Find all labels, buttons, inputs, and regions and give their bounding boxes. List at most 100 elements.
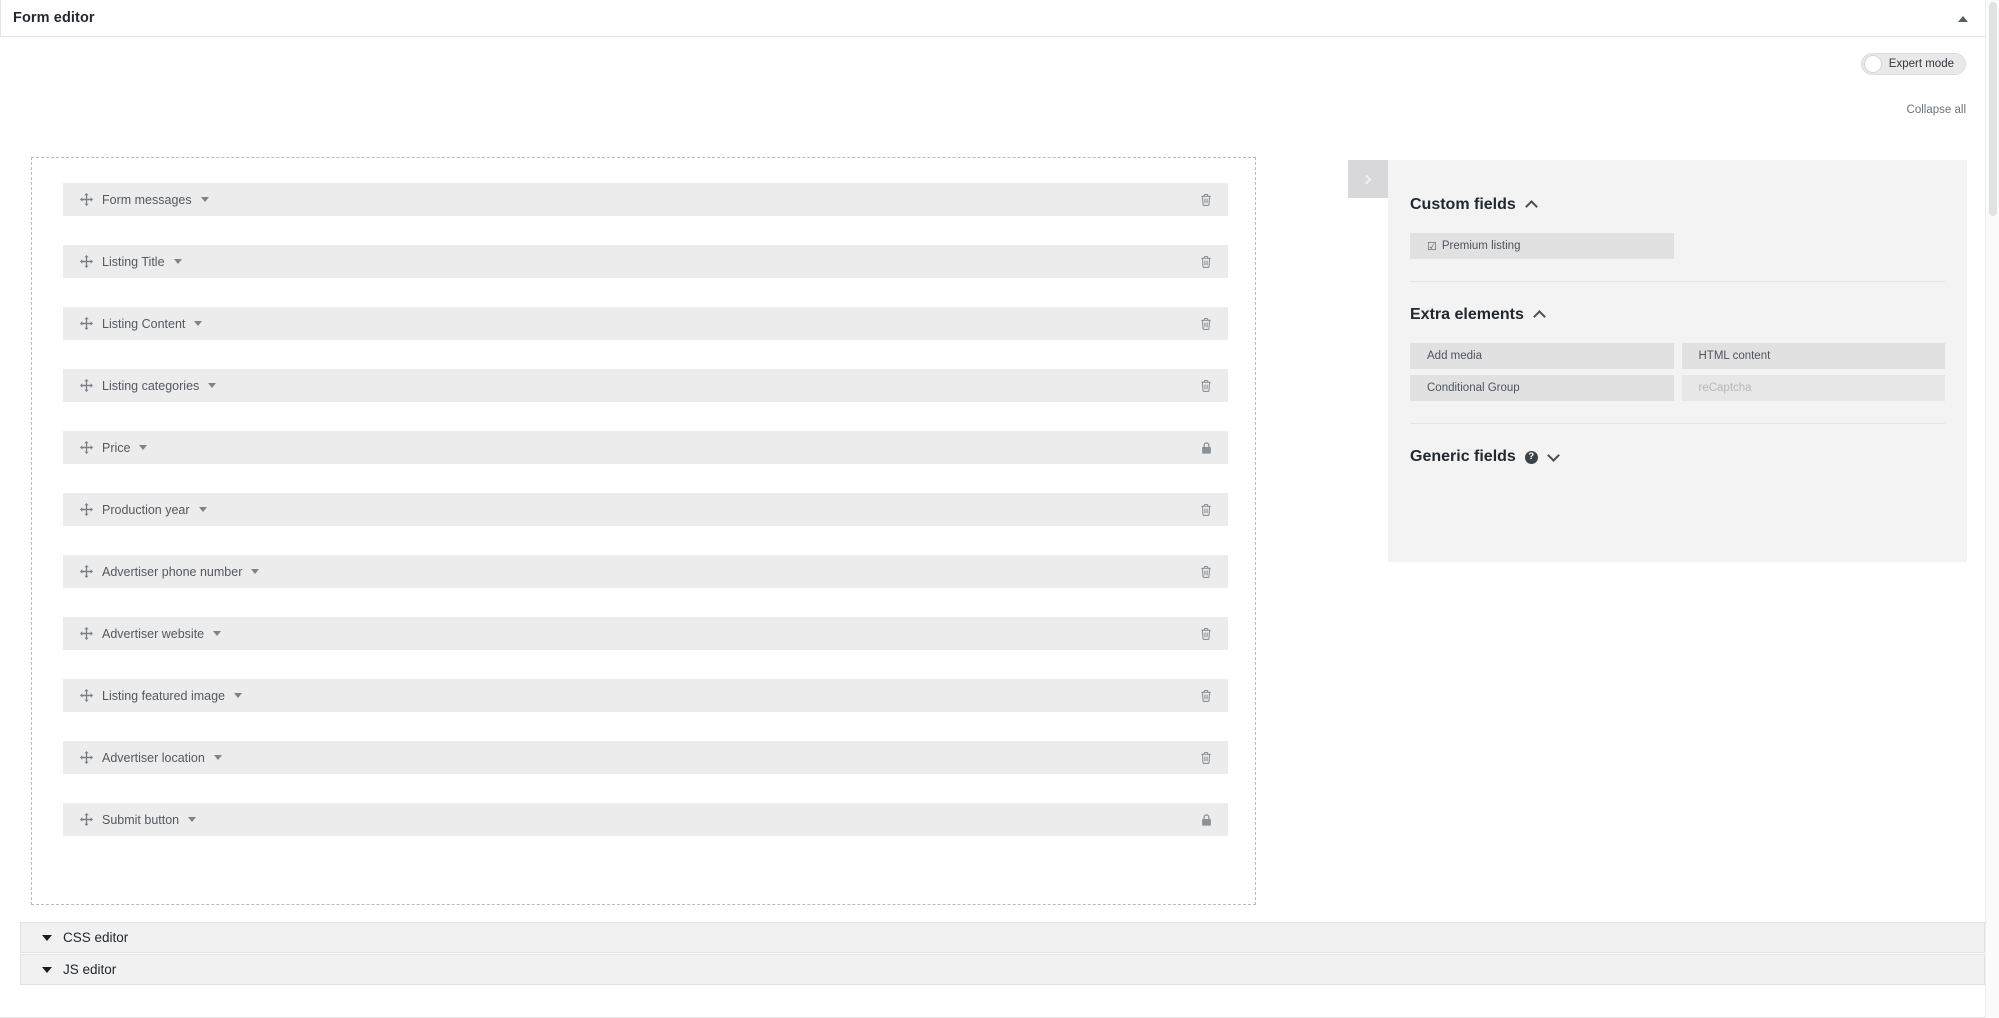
form-field-label: Form messages bbox=[102, 192, 192, 207]
form-field-label: Production year bbox=[102, 502, 190, 517]
drag-handle-icon[interactable] bbox=[80, 379, 93, 392]
collapse-all-link[interactable]: Collapse all bbox=[1907, 104, 1966, 116]
sidebar-section-header[interactable]: Custom fields bbox=[1410, 196, 1945, 214]
form-field-list: Form messages Listing Title Listing Conten… bbox=[63, 183, 1228, 836]
caret-down-icon[interactable] bbox=[208, 383, 217, 388]
drag-handle-icon[interactable] bbox=[80, 627, 93, 640]
caret-down-icon[interactable] bbox=[213, 755, 222, 760]
drag-handle-icon[interactable] bbox=[80, 503, 93, 516]
trash-icon[interactable] bbox=[1198, 254, 1214, 270]
drag-handle-icon[interactable] bbox=[80, 813, 93, 826]
expert-mode-toggle[interactable]: Expert mode bbox=[1860, 53, 1966, 75]
form-canvas: Form messages Listing Title Listing Conten… bbox=[31, 157, 1256, 905]
form-field-row[interactable]: Advertiser location bbox=[63, 741, 1228, 774]
form-field-label: Submit button bbox=[102, 812, 180, 827]
chevron-down-icon[interactable] bbox=[1546, 449, 1560, 462]
sidebar-section-header[interactable]: Generic fields? bbox=[1410, 448, 1945, 466]
sidebar-section-title: Extra elements bbox=[1410, 306, 1524, 323]
sidebar-element-label: reCaptcha bbox=[1698, 382, 1752, 394]
expert-mode-control: Expert mode bbox=[1860, 53, 1966, 75]
trash-icon[interactable] bbox=[1198, 316, 1214, 332]
sidebar-section-title: Generic fields bbox=[1410, 448, 1516, 465]
sidebar-section: Custom fields ☑ Premium listing bbox=[1388, 160, 1967, 281]
caret-down-icon[interactable] bbox=[251, 569, 260, 574]
form-field-row[interactable]: Advertiser phone number bbox=[63, 555, 1228, 588]
scrollbar-thumb[interactable] bbox=[1989, 2, 1997, 216]
form-field-row[interactable]: Submit button bbox=[63, 803, 1228, 836]
js-editor-label: JS editor bbox=[63, 962, 117, 977]
form-field-label: Advertiser location bbox=[102, 750, 205, 765]
form-field-row[interactable]: Listing Content bbox=[63, 307, 1228, 340]
sidebar-collapse-tab[interactable] bbox=[1348, 160, 1388, 198]
drag-handle-icon[interactable] bbox=[80, 751, 93, 764]
caret-down-icon[interactable] bbox=[188, 817, 197, 822]
drag-handle-icon[interactable] bbox=[80, 689, 93, 702]
caret-down-icon[interactable] bbox=[200, 197, 209, 202]
sidebar-element-chip[interactable]: HTML content bbox=[1681, 343, 1945, 369]
sidebar-section: Generic fields? bbox=[1388, 424, 1967, 488]
sidebar-element-chip[interactable]: ☑ Premium listing bbox=[1410, 233, 1674, 259]
caret-down-icon[interactable] bbox=[213, 631, 222, 636]
drag-handle-icon[interactable] bbox=[80, 317, 93, 330]
sidebar-section-title: Custom fields bbox=[1410, 196, 1516, 213]
page-scrollbar[interactable] bbox=[1985, 0, 1999, 1018]
caret-down-icon bbox=[42, 934, 52, 941]
sidebar-element-chip[interactable]: Add media bbox=[1410, 343, 1674, 369]
sidebar-item-grid: Add media HTML content Conditional Group re… bbox=[1410, 343, 1945, 401]
caret-down-icon[interactable] bbox=[234, 693, 242, 698]
sidebar-section: Extra elements Add media HTML content Condi… bbox=[1388, 282, 1967, 423]
trash-icon[interactable] bbox=[1198, 750, 1214, 766]
sidebar-element-label: HTML content bbox=[1698, 350, 1771, 362]
page-title: Form editor bbox=[13, 10, 95, 26]
form-field-row[interactable]: Form messages bbox=[63, 183, 1228, 216]
drag-handle-icon[interactable] bbox=[80, 441, 93, 454]
form-field-label: Listing Content bbox=[102, 316, 186, 331]
js-editor-panel-header[interactable]: JS editor bbox=[20, 954, 1985, 985]
form-field-row[interactable]: Price bbox=[63, 431, 1228, 464]
caret-down-icon[interactable] bbox=[173, 259, 182, 264]
form-field-row[interactable]: Listing featured image bbox=[63, 679, 1228, 712]
css-editor-panel-header[interactable]: CSS editor bbox=[20, 922, 1985, 953]
form-field-label: Listing Title bbox=[102, 254, 165, 269]
caret-down-icon[interactable] bbox=[198, 507, 207, 512]
drag-handle-icon[interactable] bbox=[80, 255, 93, 268]
trash-icon[interactable] bbox=[1198, 502, 1214, 518]
form-field-row[interactable]: Listing categories bbox=[63, 369, 1228, 402]
css-editor-label: CSS editor bbox=[63, 930, 129, 945]
trash-icon[interactable] bbox=[1198, 626, 1214, 642]
caret-down-icon[interactable] bbox=[194, 321, 203, 326]
chevron-right-icon bbox=[1361, 174, 1372, 184]
sidebar-element-label: Conditional Group bbox=[1427, 382, 1520, 394]
titlebar-left-rule bbox=[0, 0, 1, 37]
form-field-row[interactable]: Production year bbox=[63, 493, 1228, 526]
sidebar-element-chip[interactable]: Conditional Group bbox=[1410, 375, 1674, 401]
form-field-label: Advertiser website bbox=[102, 626, 205, 641]
sidebar-element-label: Premium listing bbox=[1441, 240, 1521, 252]
drag-handle-icon[interactable] bbox=[80, 193, 93, 206]
chevron-up-icon[interactable] bbox=[1524, 200, 1538, 213]
help-icon[interactable]: ? bbox=[1524, 450, 1538, 464]
sidebar-section-header[interactable]: Extra elements bbox=[1410, 306, 1945, 324]
form-field-row[interactable]: Advertiser website bbox=[63, 617, 1228, 650]
form-field-label: Listing categories bbox=[102, 378, 200, 393]
lock-icon bbox=[1198, 440, 1214, 456]
expert-mode-label: Expert mode bbox=[1888, 58, 1954, 70]
chevron-up-icon[interactable] bbox=[1532, 310, 1546, 323]
form-field-label: Price bbox=[102, 440, 131, 455]
sidebar-element-label: Add media bbox=[1427, 350, 1482, 362]
trash-icon[interactable] bbox=[1198, 192, 1214, 208]
caret-up-icon bbox=[1958, 16, 1968, 22]
toggle-knob-icon bbox=[1863, 55, 1882, 73]
lock-icon bbox=[1198, 812, 1214, 828]
panel-collapse-toggle[interactable] bbox=[1953, 9, 1973, 29]
trash-icon[interactable] bbox=[1198, 564, 1214, 580]
form-editor-page: Form editor Expert mode Collapse all For… bbox=[0, 0, 1999, 1018]
elements-sidebar: Custom fields ☑ Premium listing Extra eleme… bbox=[1388, 160, 1967, 562]
form-field-row[interactable]: Listing Title bbox=[63, 245, 1228, 278]
trash-icon[interactable] bbox=[1198, 378, 1214, 394]
form-field-label: Listing featured image bbox=[102, 688, 225, 703]
trash-icon[interactable] bbox=[1198, 688, 1214, 704]
caret-down-icon bbox=[42, 966, 52, 973]
caret-down-icon[interactable] bbox=[139, 445, 148, 450]
drag-handle-icon[interactable] bbox=[80, 565, 93, 578]
